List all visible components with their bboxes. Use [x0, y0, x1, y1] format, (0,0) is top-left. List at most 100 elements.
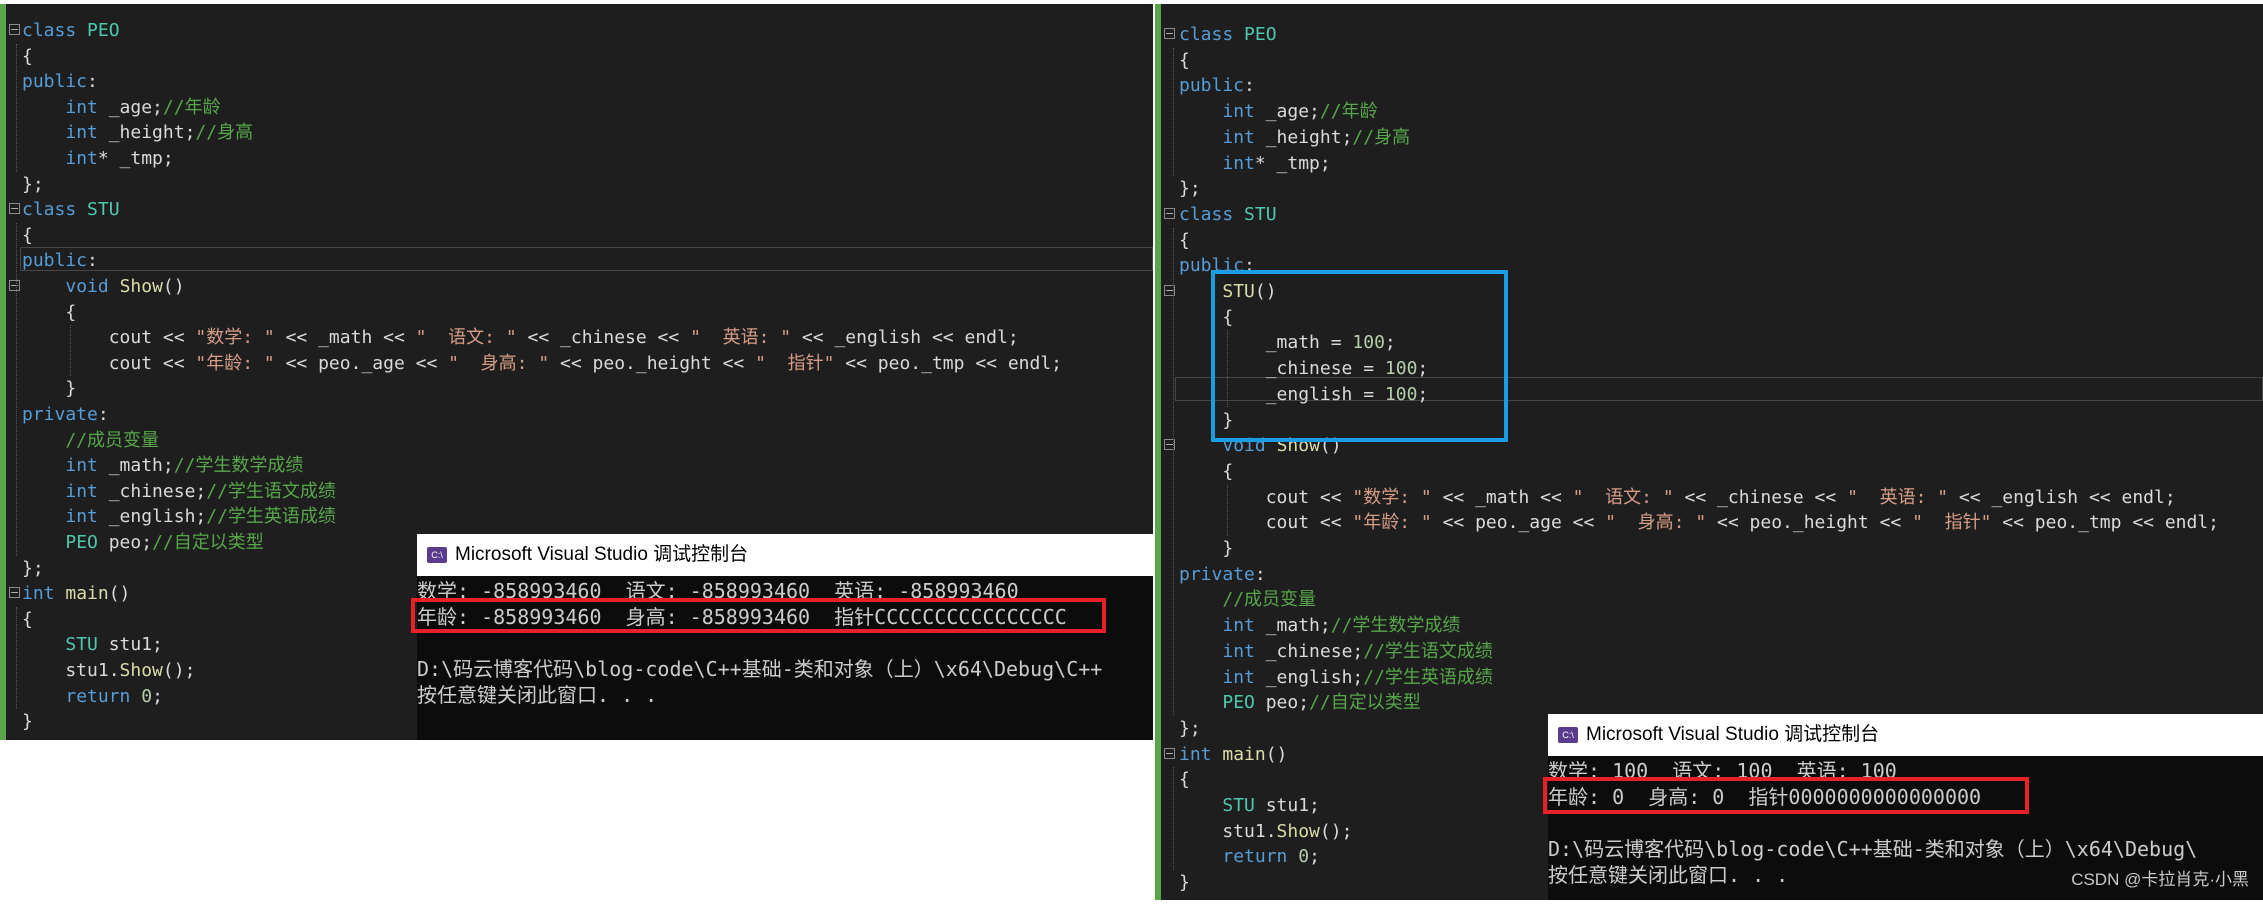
- code-line[interactable]: − void Show(): [0, 274, 1153, 299]
- code-token: 0: [1298, 846, 1310, 868]
- code-token: _age;: [97, 96, 163, 118]
- code-token: {: [22, 224, 33, 246]
- collapse-icon[interactable]: −: [1164, 207, 1175, 219]
- code-token: stu1.: [22, 660, 120, 681]
- code-line[interactable]: {: [0, 223, 1153, 248]
- right-console-titlebar[interactable]: C:\ Microsoft Visual Studio 调试控制台: [1548, 714, 2263, 756]
- code-line[interactable]: int _math;//学生数学成绩: [1155, 613, 2263, 638]
- code-line[interactable]: };: [1155, 176, 2263, 201]
- code-line[interactable]: − class STU: [0, 197, 1153, 222]
- code-line[interactable]: − class STU: [1155, 202, 2263, 227]
- code-token: stu1;: [1254, 795, 1320, 816]
- code-token: //身高: [195, 122, 254, 144]
- code-line[interactable]: int* _tmp;: [0, 146, 1153, 171]
- code-token: //学生数学成绩: [173, 455, 304, 477]
- code-line[interactable]: int _chinese;//学生语文成绩: [1155, 639, 2263, 664]
- code-token: stu1.: [1179, 820, 1277, 842]
- code-token: {: [22, 45, 33, 67]
- left-output-red-highlight: [411, 598, 1106, 633]
- code-line[interactable]: {: [1155, 228, 2263, 253]
- code-line[interactable]: int _english;//学生英语成绩: [0, 504, 1153, 529]
- code-line[interactable]: int* _tmp;: [1155, 151, 2263, 176]
- code-line[interactable]: cout << "年龄: " << peo._age << " 身高: " <<…: [0, 351, 1153, 376]
- code-token: (): [108, 583, 131, 605]
- code-line[interactable]: cout << "数学: " << _math << " 语文: " << _c…: [0, 325, 1153, 350]
- code-token: main: [65, 583, 109, 605]
- code-line[interactable]: private:: [1155, 562, 2263, 587]
- code-line[interactable]: − class PEO: [1155, 22, 2263, 47]
- code-line[interactable]: int _height;//身高: [1155, 125, 2263, 150]
- code-line[interactable]: //成员变量: [1155, 587, 2263, 612]
- code-token: class: [22, 20, 88, 41]
- left-debug-console[interactable]: C:\ Microsoft Visual Studio 调试控制台 数学: -8…: [417, 534, 1153, 740]
- indent-guide: [70, 325, 71, 377]
- collapse-icon[interactable]: −: [9, 24, 20, 35]
- code-line-text: int main(): [1179, 742, 1287, 767]
- code-line[interactable]: {: [1155, 48, 2263, 73]
- code-token: //年龄: [1319, 101, 1378, 123]
- code-line-text: {: [1179, 459, 1233, 484]
- code-line[interactable]: public:: [1155, 73, 2263, 98]
- code-token: {: [1179, 769, 1190, 791]
- code-line-text: int _english;//学生英语成绩: [1179, 665, 1493, 690]
- code-token: //成员变量: [1222, 589, 1317, 611]
- collapse-icon[interactable]: −: [9, 280, 20, 291]
- code-token: int: [1222, 666, 1255, 688]
- indent-guide: [1173, 47, 1174, 177]
- indent-guide: [1173, 767, 1174, 871]
- code-token: _height;: [97, 122, 196, 144]
- code-line[interactable]: public:: [0, 69, 1153, 94]
- code-token: 0: [141, 685, 153, 707]
- code-token: main: [1222, 743, 1266, 765]
- code-line[interactable]: }: [0, 376, 1153, 401]
- code-line[interactable]: int _math;//学生数学成绩: [0, 453, 1153, 478]
- code-line[interactable]: int _height;//身高: [0, 120, 1153, 145]
- code-line[interactable]: {: [0, 44, 1153, 69]
- code-token: " 语文: ": [415, 327, 517, 349]
- code-line[interactable]: //成员变量: [0, 428, 1153, 453]
- code-line[interactable]: int _age;//年龄: [0, 95, 1153, 120]
- left-console-titlebar[interactable]: C:\ Microsoft Visual Studio 调试控制台: [417, 534, 1153, 576]
- code-line[interactable]: private:: [0, 402, 1153, 427]
- code-token: int: [1222, 640, 1255, 662]
- collapse-icon[interactable]: −: [9, 587, 20, 599]
- code-token: {: [22, 301, 77, 323]
- code-token: //学生语文成绩: [206, 480, 336, 502]
- code-token: //学生语文成绩: [1363, 640, 1493, 662]
- code-line[interactable]: − class PEO: [0, 18, 1153, 43]
- code-line[interactable]: cout << "年龄: " << peo._age << " 身高: " <<…: [1155, 510, 2263, 535]
- code-line-text: {: [22, 300, 76, 325]
- code-line-text: public:: [22, 248, 98, 273]
- code-token: STU: [1222, 795, 1255, 816]
- code-line[interactable]: PEO peo;//自定以类型: [1155, 690, 2263, 715]
- code-line-text: class PEO: [1179, 22, 1277, 47]
- code-line[interactable]: {: [0, 300, 1153, 325]
- code-token: _english;: [97, 506, 207, 528]
- code-token: Show: [119, 660, 163, 681]
- code-token: :: [87, 71, 98, 93]
- code-token: ();: [1319, 820, 1353, 842]
- code-token: {: [1179, 229, 1190, 251]
- code-line-text: }: [1179, 536, 1233, 561]
- code-line[interactable]: }: [1155, 536, 2263, 561]
- indent-guide: [1227, 484, 1228, 536]
- collapse-icon[interactable]: −: [9, 203, 20, 215]
- code-line[interactable]: public:: [0, 248, 1153, 273]
- code-line[interactable]: int _english;//学生英语成绩: [1155, 665, 2263, 690]
- code-line[interactable]: };: [0, 172, 1153, 197]
- collapse-icon[interactable]: −: [1164, 747, 1175, 759]
- code-line[interactable]: int _age;//年龄: [1155, 99, 2263, 124]
- code-token: class: [22, 199, 88, 221]
- code-token: cout <<: [1179, 512, 1353, 534]
- code-line[interactable]: int _chinese;//学生语文成绩: [0, 479, 1153, 504]
- code-token: _math;: [97, 455, 174, 477]
- code-line-text: };: [22, 172, 44, 197]
- code-line[interactable]: {: [1155, 459, 2263, 484]
- code-line[interactable]: cout << "数学: " << _math << " 语文: " << _c…: [1155, 485, 2263, 510]
- collapse-icon[interactable]: −: [1164, 28, 1175, 39]
